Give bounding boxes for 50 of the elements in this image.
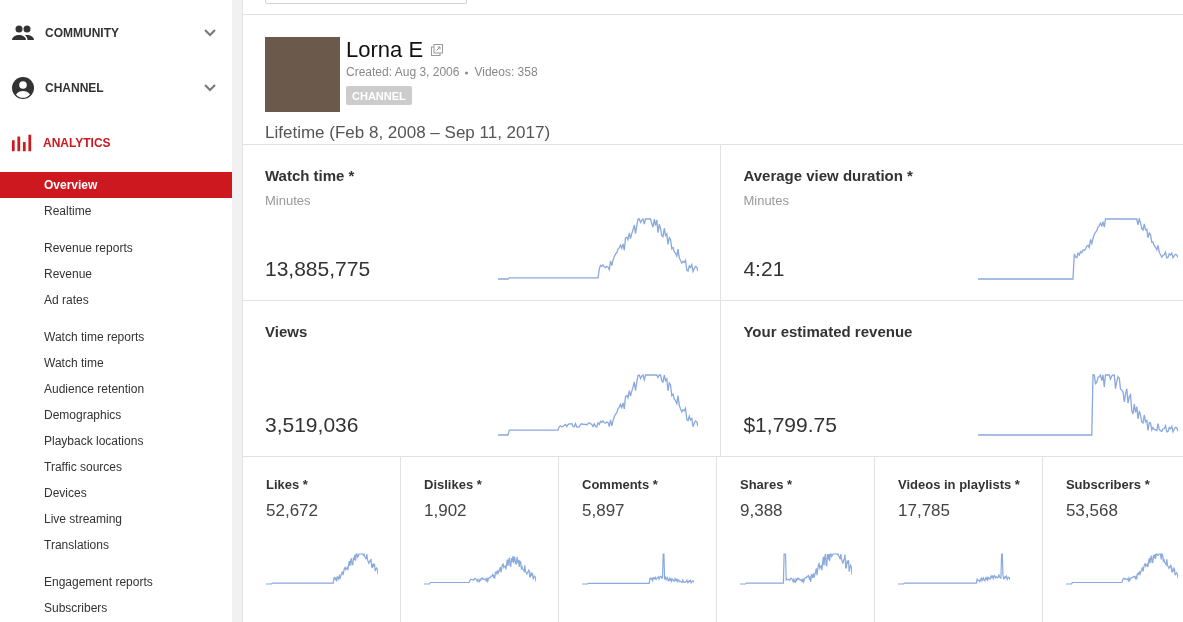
sidebar-section[interactable]: ANALYTICS (0, 130, 232, 156)
sidebar-section[interactable]: CHANNEL (0, 75, 232, 101)
created-date: Created: Aug 3, 2006 (346, 65, 460, 79)
metric-title: Subscribers * (1065, 477, 1151, 492)
metric-title: Dislikes * (424, 477, 483, 492)
channel-name: Lorna E (346, 37, 424, 63)
nav-item[interactable]: Traffic sources (0, 454, 232, 480)
nav-item[interactable]: Revenue (0, 261, 232, 287)
bar-chart-icon (11, 132, 33, 154)
nav-group-heading: Watch time reports (43, 329, 146, 346)
metric-unit: Minutes (743, 193, 789, 208)
nav-item[interactable]: Subscribers (0, 595, 232, 621)
metric-title: Watch time * (265, 167, 356, 184)
chevron-down-icon (204, 84, 216, 92)
nav-group-heading: Engagement reports (43, 574, 154, 591)
metric-value: 53,568 (1065, 501, 1119, 521)
nav-item[interactable]: Live streaming (0, 506, 232, 532)
metric-value: 13,885,775 (265, 257, 371, 281)
metric-value: 17,785 (898, 501, 951, 521)
metric-value: 4:21 (743, 257, 785, 281)
sidebar-section[interactable]: COMMUNITY (0, 20, 232, 46)
external-link-icon[interactable] (431, 44, 444, 56)
metric-title: Videos in playlists * (898, 477, 1020, 492)
chevron-down-icon (204, 29, 216, 37)
metric-title: Average view duration * (743, 167, 914, 184)
nav-item[interactable]: Audience retention (0, 376, 232, 402)
nav-item[interactable]: Translations (0, 532, 232, 558)
metric-title: Your estimated revenue (743, 323, 914, 340)
nav-item[interactable]: Ad rates (0, 287, 232, 313)
metric-title: Views (265, 323, 309, 340)
metric-value: 3,519,036 (265, 413, 359, 437)
video-count: Videos: 358 (474, 65, 538, 79)
nav-item[interactable]: Realtime (0, 198, 232, 224)
metric-value: 52,672 (266, 501, 319, 521)
date-range: Lifetime (Feb 8, 2008 – Sep 11, 2017) (265, 123, 552, 143)
nav-group-heading: Revenue reports (43, 240, 134, 257)
metric-title: Shares * (740, 477, 794, 492)
nav-item[interactable]: Demographics (0, 402, 232, 428)
nav-item[interactable]: Watch time (0, 350, 232, 376)
account-icon (11, 76, 35, 100)
metric-value: 1,902 (424, 501, 468, 521)
metric-value: $1,799.75 (743, 413, 837, 437)
metric-value: 9,388 (740, 501, 784, 521)
nav-item[interactable]: Devices (0, 480, 232, 506)
nav-item[interactable]: Overview (0, 172, 232, 198)
metric-unit: Minutes (265, 193, 311, 208)
metric-title: Comments * (582, 477, 659, 492)
nav-item[interactable]: Playback locations (0, 428, 232, 454)
metric-value: 5,897 (582, 501, 626, 521)
metric-title: Likes * (266, 477, 309, 492)
